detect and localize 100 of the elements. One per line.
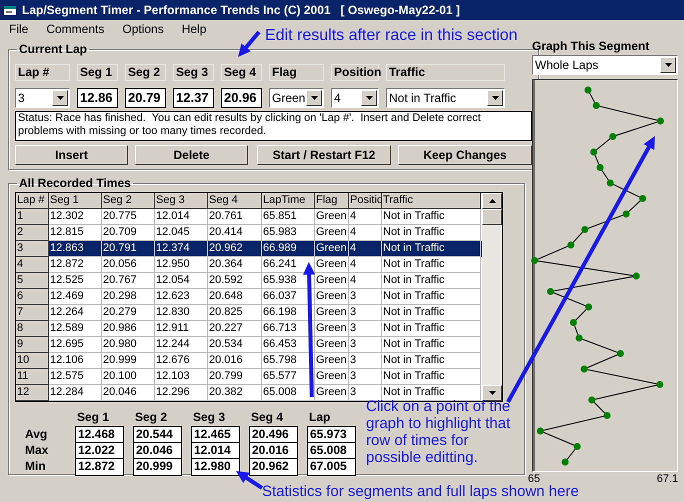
data-point[interactable]: [567, 242, 574, 248]
stat-value: 12.468: [76, 427, 123, 443]
action-button[interactable]: Insert: [15, 145, 128, 165]
table-row[interactable]: 9 12.695 20.980 12.244 20.534 66.453 Green 3 Not in Traffic: [16, 337, 482, 353]
caret-icon: [366, 96, 372, 100]
field-label: Traffic: [386, 64, 505, 81]
stat-label: Avg: [25, 426, 48, 442]
dropdown-button[interactable]: [361, 90, 377, 106]
segment-dropdown[interactable]: Whole Laps: [532, 55, 678, 75]
table-row[interactable]: 6 12.469 20.298 12.623 20.648 66.037 Green 3 Not in Traffic: [16, 289, 482, 305]
data-point[interactable]: [609, 133, 616, 140]
column-header[interactable]: Lap #: [16, 193, 49, 209]
table-row[interactable]: 4 12.872 20.056 12.950 20.364 66.241 Green 4 Not in Traffic: [16, 257, 482, 273]
row-header: 11: [16, 369, 49, 385]
data-point[interactable]: [656, 118, 664, 124]
dropdown-field[interactable]: 3: [15, 88, 70, 108]
stat-value: 12.980: [192, 459, 239, 475]
dropdown-field[interactable]: 4: [331, 88, 379, 108]
table-row[interactable]: 1 12.302 20.775 12.014 20.761 65.851 Green 4 Not in Traffic: [16, 209, 482, 225]
action-button[interactable]: Delete: [135, 145, 248, 165]
menu-item[interactable]: Comments: [46, 20, 104, 38]
dropdown-button[interactable]: [660, 57, 676, 73]
column-header[interactable]: LapTime: [262, 193, 315, 209]
dropdown-button[interactable]: [52, 90, 68, 106]
scrollbar[interactable]: [482, 193, 502, 401]
data-point[interactable]: [547, 288, 554, 295]
caret-icon: [664, 63, 672, 67]
data-point[interactable]: [616, 350, 624, 357]
annotation-arrow: [236, 471, 264, 490]
stat-label: Min: [25, 458, 47, 474]
data-point[interactable]: [585, 304, 592, 310]
menu-item[interactable]: File: [9, 20, 28, 38]
dropdown-field[interactable]: Green: [269, 88, 324, 108]
table-row[interactable]: 12 12.284 20.046 12.296 20.382 65.008 Green 3 Not in Traffic: [16, 385, 482, 401]
stat-value: 20.999: [134, 459, 181, 475]
field-label: Seg 4: [221, 64, 262, 81]
table-row[interactable]: 3 12.863 20.791 12.374 20.962 66.989 Green 4 Not in Traffic: [16, 241, 482, 257]
data-point[interactable]: [596, 164, 604, 171]
column-header[interactable]: Flag: [315, 193, 349, 209]
column-header[interactable]: Seg 3: [155, 193, 208, 209]
stat-value: 12.014: [192, 443, 239, 459]
dropdown-button[interactable]: [306, 90, 322, 106]
row-header: 2: [16, 225, 49, 241]
stat-value: 65.008: [308, 443, 355, 459]
dropdown-button[interactable]: [487, 90, 503, 106]
field-label: Position: [331, 64, 379, 81]
data-point[interactable]: [588, 396, 596, 404]
column-header[interactable]: Seg 4: [208, 193, 262, 209]
scroll-up-button[interactable]: [482, 193, 502, 209]
data-point[interactable]: [531, 257, 538, 264]
data-point[interactable]: [622, 210, 630, 218]
window-title: Lap/Segment Timer - Performance Trends Inc (C) 2001 [ Oswego-May22-01 ]: [22, 2, 460, 19]
stat-value: 67.005: [308, 459, 355, 475]
stat-value: 65.973: [308, 427, 355, 443]
column-header[interactable]: Seg 2: [102, 193, 155, 209]
data-point[interactable]: [639, 195, 646, 202]
stat-value: 20.962: [250, 459, 297, 475]
menu-item[interactable]: Options: [122, 20, 164, 38]
action-button[interactable]: Keep Changes: [398, 145, 532, 165]
graph-title: Graph This Segment: [532, 38, 650, 55]
table-row[interactable]: 5 12.525 20.767 12.054 20.592 65.938 Green 4 Not in Traffic: [16, 273, 482, 289]
app-icon: [3, 4, 17, 16]
data-point[interactable]: [581, 226, 588, 233]
action-button[interactable]: Start / Restart F12: [257, 145, 391, 165]
axis-tick-label: 67.1: [656, 473, 678, 484]
data-point[interactable]: [606, 180, 614, 186]
data-point[interactable]: [574, 443, 581, 450]
table-cell: 20.382: [208, 385, 262, 401]
dropdown-field[interactable]: Not in Traffic: [386, 88, 505, 108]
input-field[interactable]: 20.96: [221, 88, 262, 108]
annotation-text: Statistics for segments and full laps shown here: [262, 484, 579, 500]
status-text: Status: Race has finished. You can edit results by clicking on 'Lap #'. Insert and Delete correct problems with missing or too many times recorded.: [15, 111, 532, 141]
row-header: 10: [16, 353, 49, 369]
input-field[interactable]: 20.79: [125, 88, 166, 108]
row-header: 12: [16, 385, 49, 401]
data-point[interactable]: [590, 148, 598, 156]
row-header: 3: [16, 241, 49, 257]
annotation-text: Edit results after race in this section: [265, 26, 518, 46]
table-cell: 12.296: [155, 385, 208, 401]
input-field[interactable]: 12.37: [173, 88, 214, 108]
data-point[interactable]: [604, 412, 611, 419]
table-row[interactable]: 11 12.575 20.100 12.103 20.799 65.577 Green 3 Not in Traffic: [16, 369, 482, 385]
column-header[interactable]: Seg 1: [49, 193, 102, 209]
chart-plot-area[interactable]: [532, 79, 678, 472]
scroll-thumb[interactable]: [482, 209, 502, 225]
row-header: 8: [16, 321, 49, 337]
table-row[interactable]: 2 12.815 20.709 12.045 20.414 65.983 Green 4 Not in Traffic: [16, 225, 482, 241]
data-point[interactable]: [570, 319, 577, 326]
table-row[interactable]: 7 12.264 20.279 12.830 20.825 66.198 Green 3 Not in Traffic: [16, 305, 482, 321]
annotation-text: Click on a point of the graph to highlight that row of times for possible editting.: [366, 398, 512, 466]
caret-icon: [492, 96, 498, 100]
menu-item[interactable]: Help: [182, 20, 206, 38]
stat-heading: Seg 2: [134, 410, 168, 426]
stat-value: 12.022: [76, 443, 123, 459]
table-row[interactable]: 10 12.106 20.999 12.676 20.016 65.798 Green 3 Not in Traffic: [16, 353, 482, 369]
axis-tick-label: 65: [528, 473, 540, 484]
table-row[interactable]: 8 12.589 20.986 12.911 20.227 66.713 Green 3 Not in Traffic: [16, 321, 482, 337]
column-header[interactable]: Traffic: [382, 193, 481, 209]
scroll-down-button[interactable]: [482, 385, 502, 401]
input-field[interactable]: 12.86: [77, 88, 118, 108]
